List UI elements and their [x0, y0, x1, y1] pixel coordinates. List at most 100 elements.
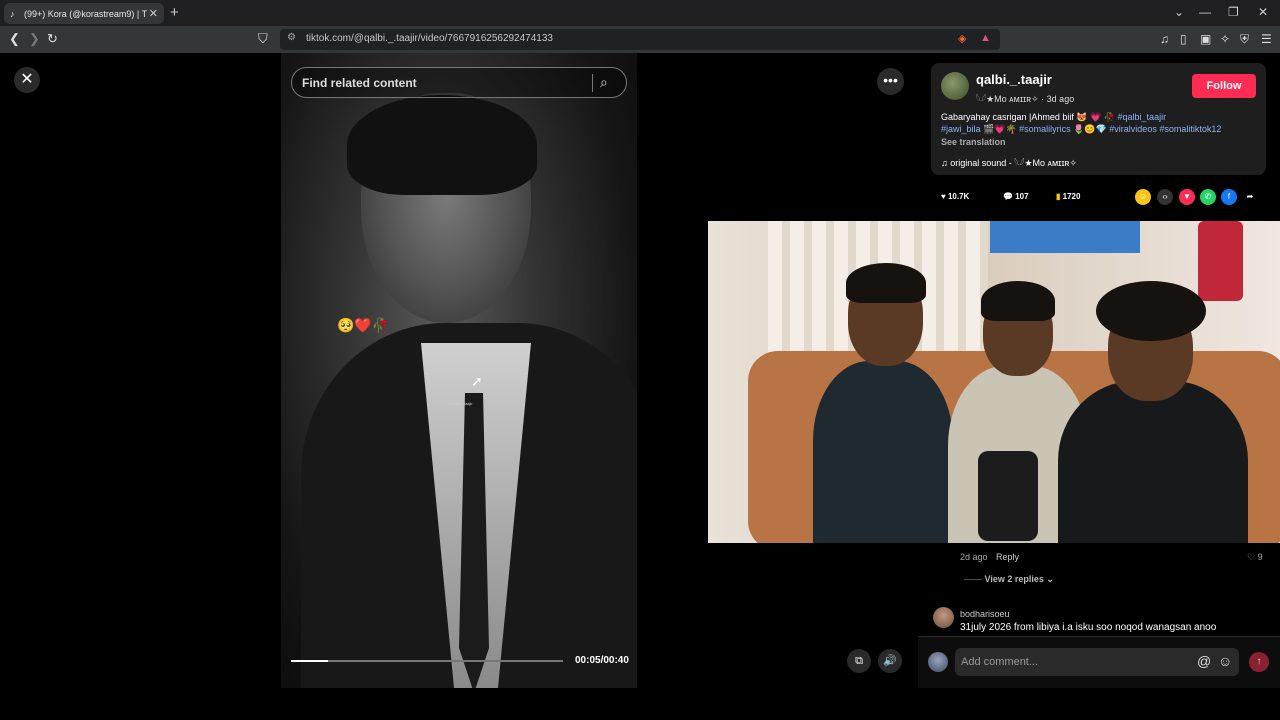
webcam-person-right	[1058, 281, 1248, 543]
avatar[interactable]	[941, 72, 969, 100]
video-watermark: @qalbi._.taajir	[447, 401, 473, 406]
find-related-search[interactable]: Find related content ⌕	[291, 67, 627, 98]
video-player[interactable]: 🥺❤️🥀 @qalbi._.taajir ➚ Find related cont…	[281, 53, 637, 688]
tab-close-icon[interactable]: ✕	[149, 7, 158, 20]
reload-icon[interactable]: ↻	[47, 31, 58, 47]
address-bar[interactable]: ⚙ tiktok.com/@qalbi._.taajir/video/76679…	[280, 29, 1000, 50]
hashtag-link[interactable]: #qalbi_taajir	[1118, 112, 1167, 122]
tiktok-share-icon[interactable]: ▼	[1179, 189, 1195, 205]
search-icon[interactable]: ⌕	[600, 74, 608, 91]
new-tab-button[interactable]: +	[170, 4, 179, 21]
search-input[interactable]: Find related content	[302, 76, 417, 90]
search-divider	[592, 74, 593, 92]
leo-icon[interactable]: ✧	[1220, 32, 1230, 46]
avatar[interactable]	[933, 607, 954, 628]
comment-composer: Add comment... @ ☺ ↑	[918, 636, 1280, 688]
cursor-icon: ➚	[471, 373, 483, 389]
share-arrow-icon[interactable]: ➦	[1242, 189, 1258, 205]
video-emoji-overlay: 🥺❤️🥀	[337, 317, 390, 333]
close-window-button[interactable]: ✕	[1258, 5, 1268, 19]
post-display-name: 𓆩𓆪★Mo ᴀᴍɪɪʀ✧	[976, 94, 1039, 104]
taskbar-strip	[0, 688, 1280, 720]
volume-icon[interactable]: 🔊	[878, 649, 902, 673]
floating-player-button[interactable]: ⧉	[847, 649, 871, 673]
post-username[interactable]: qalbi._.taajir	[976, 72, 1052, 87]
mention-icon[interactable]: @	[1197, 653, 1211, 669]
sound-link[interactable]: ♫ original sound - 𓆩𓆪★Mo ᴀᴍɪɪʀ✧	[941, 154, 1077, 169]
see-translation-link[interactable]: See translation	[941, 137, 1006, 147]
tab-search-icon[interactable]: ⌄	[1174, 5, 1184, 19]
follow-button[interactable]: Follow	[1192, 74, 1256, 98]
back-icon[interactable]: ❮	[9, 31, 20, 47]
url-text: tiktok.com/@qalbi._.taajir/video/7667916…	[306, 33, 553, 44]
forward-icon[interactable]: ❯	[29, 31, 40, 47]
sidebar-icon[interactable]: ▯	[1180, 32, 1187, 46]
vpn-icon[interactable]: ⛨	[1240, 32, 1249, 47]
comment-like-count: 9	[1257, 552, 1263, 562]
browser-tab[interactable]: ♪ (99+) Kora (@korastream9) | T ✕	[4, 3, 164, 24]
post-description: Gabaryahay casrigan |Ahmed biif 😻 💗 🥀 #q…	[941, 112, 1222, 134]
more-options-button[interactable]: •••	[877, 68, 904, 95]
tab-title: (99+) Kora (@korastream9) | T	[24, 8, 148, 19]
post-subline: 𓆩𓆪★Mo ᴀᴍɪɪʀ✧ · 3d ago	[976, 94, 1075, 104]
video-progress-bar[interactable]	[291, 660, 563, 662]
maximize-button[interactable]: ❐	[1228, 5, 1239, 19]
hashtag-link[interactable]: #somalitiktok12	[1159, 124, 1221, 134]
browser-tab-bar: ♪ (99+) Kora (@korastream9) | T ✕ + ⌄ — …	[0, 0, 1280, 26]
music-note-icon: ♫	[941, 158, 948, 168]
music-icon[interactable]: ♫	[1160, 32, 1169, 46]
webcam-microphone	[978, 451, 1038, 541]
post-desc-text: Gabaryahay casrigan |Ahmed biif 😻 💗 🥀	[941, 112, 1118, 122]
minimize-button[interactable]: —	[1199, 5, 1211, 19]
site-info-icon[interactable]: ⚙	[287, 32, 296, 43]
reply-link[interactable]: Reply	[996, 552, 1019, 562]
hashtag-link[interactable]: #viralvideos	[1109, 124, 1157, 134]
chevron-down-icon: ⌄	[1046, 574, 1054, 584]
comment-text: 31july 2026 from libiya i.a isku soo noq…	[960, 622, 1217, 633]
view-replies-label: View 2 replies	[984, 574, 1044, 584]
comment-placeholder: Add comment...	[961, 656, 1039, 668]
video-progress-fill	[291, 660, 328, 662]
like-button[interactable]: ♥ 10.7K	[941, 192, 969, 201]
emoji-icon[interactable]: ☺	[1218, 653, 1232, 669]
heart-icon: ♥	[941, 192, 946, 201]
comment-button[interactable]: 💬 107	[1003, 192, 1029, 201]
brave-shield-icon[interactable]: ◈	[958, 32, 966, 45]
hashtag-link[interactable]: #jawi_bila	[941, 124, 981, 134]
bookmark-icon[interactable]: ⛉	[258, 31, 268, 47]
tiktok-favicon-icon: ♪	[10, 8, 15, 19]
sound-title: original sound - 𓆩𓆪★Mo ᴀᴍɪɪʀ✧	[950, 158, 1077, 168]
embed-icon[interactable]: ‹›	[1157, 189, 1173, 205]
tiktok-video-page: ✕ 🥺❤️🥀 @qalbi._.taajir ➚ Find related co…	[0, 53, 1280, 688]
wallet-icon[interactable]: ▣	[1200, 32, 1211, 46]
webcam-flag	[990, 221, 1140, 253]
webcam-person-left	[808, 261, 958, 543]
comment-icon: 💬	[1003, 192, 1013, 201]
view-replies-button[interactable]: —— View 2 replies ⌄	[964, 574, 1054, 585]
like-count: 10.7K	[947, 192, 970, 201]
comment-input[interactable]: Add comment... @ ☺	[955, 648, 1239, 676]
bookmark-save-icon: ▮	[1056, 192, 1061, 201]
comment-time: 2d ago	[960, 552, 988, 562]
save-count: 1720	[1062, 192, 1081, 201]
emoji-share-icon[interactable]: ☺	[1135, 189, 1151, 205]
post-info-card: qalbi._.taajir 𓆩𓆪★Mo ᴀᴍɪɪʀ✧ · 3d ago Fol…	[931, 63, 1266, 175]
close-icon[interactable]: ✕	[14, 67, 40, 93]
save-button[interactable]: ▮ 1720	[1056, 192, 1080, 201]
webcam-overlay	[708, 221, 1280, 543]
browser-nav-bar: ❮ ❯ ↻ ⛉ ⚙ tiktok.com/@qalbi._.taajir/vid…	[0, 26, 1280, 53]
menu-icon[interactable]: ☰	[1261, 32, 1272, 46]
video-time: 00:05/00:40	[575, 655, 629, 666]
video-subject-hair	[347, 95, 537, 195]
comment-like[interactable]: ♡ 9	[1247, 552, 1263, 563]
comment-count: 107	[1015, 192, 1029, 201]
facebook-icon[interactable]: f	[1221, 189, 1237, 205]
whatsapp-icon[interactable]: ✆	[1200, 189, 1216, 205]
replies-divider: ——	[964, 574, 982, 584]
post-age: 3d ago	[1046, 94, 1075, 104]
send-button[interactable]: ↑	[1249, 652, 1269, 672]
comment-username[interactable]: bodharisoeu	[960, 609, 1010, 619]
rewards-icon[interactable]: ▲	[980, 32, 991, 44]
hashtag-link[interactable]: #somalilyrics	[1019, 124, 1071, 134]
avatar	[928, 652, 948, 672]
